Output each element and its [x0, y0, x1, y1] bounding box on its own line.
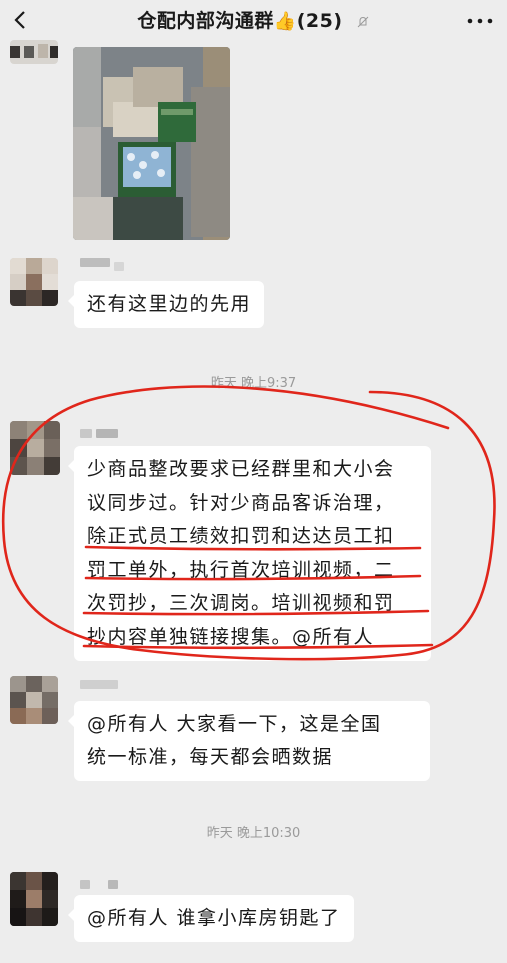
sender-name-blurred	[80, 258, 110, 267]
timestamp: 昨天 晚上10:30	[206, 826, 301, 841]
message-bubble[interactable]: 还有这里边的先用	[67, 281, 265, 328]
message-line: 次罚抄，三次调岗。培训视频和罚	[87, 592, 395, 614]
sender-name-blurred	[108, 880, 118, 889]
message-line: 抄内容单独链接搜集。@所有人	[87, 625, 375, 648]
avatar[interactable]	[10, 421, 60, 475]
message-bubble[interactable]: @所有人 谁拿小库房钥匙了	[68, 895, 354, 942]
more-options-icon[interactable]	[467, 18, 493, 24]
message-bubble[interactable]: @所有人 大家看一下，这是全国 统一标准，每天都会晒数据	[68, 701, 430, 781]
chat-title: 仓配内部沟通群👍(25)	[0, 6, 507, 33]
message-bubble[interactable]: 少商品整改要求已经群里和大小会 议同步过。针对少商品客诉治理， 除正式员工绩效扣…	[68, 446, 431, 661]
sender-name-blurred	[96, 429, 118, 438]
photo-content	[73, 47, 230, 240]
chat-header: 仓配内部沟通群👍(25)	[0, 0, 507, 40]
message-text: @所有人 谁拿小库房钥匙了	[87, 907, 341, 929]
member-count: (25)	[296, 10, 343, 32]
message-line: 议同步过。针对少商品客诉治理，	[87, 491, 395, 514]
sender-name-blurred	[80, 680, 118, 689]
message-line: 罚工单外，执行首次培训视频，二	[87, 558, 395, 581]
shared-photo[interactable]	[73, 47, 230, 240]
sender-name-blurred	[80, 429, 92, 438]
avatar[interactable]	[10, 676, 58, 724]
avatar[interactable]	[10, 40, 58, 64]
sender-name-blurred	[114, 262, 124, 271]
message-line: 除正式员工绩效扣罚和达达员工扣	[87, 525, 395, 547]
group-name: 仓配内部沟通群	[137, 10, 274, 32]
avatar[interactable]	[10, 872, 58, 926]
thumbs-up-emoji: 👍	[273, 11, 297, 32]
sender-name-blurred	[80, 880, 90, 889]
mute-bell-icon	[357, 16, 369, 27]
message-line: 少商品整改要求已经群里和大小会	[87, 458, 395, 480]
message-text: 还有这里边的先用	[87, 293, 252, 315]
avatar[interactable]	[10, 258, 58, 306]
message-line: @所有人 大家看一下，这是全国	[87, 713, 382, 735]
timestamp: 昨天 晚上9:37	[210, 376, 297, 391]
message-line: 统一标准，每天都会晒数据	[87, 746, 334, 768]
